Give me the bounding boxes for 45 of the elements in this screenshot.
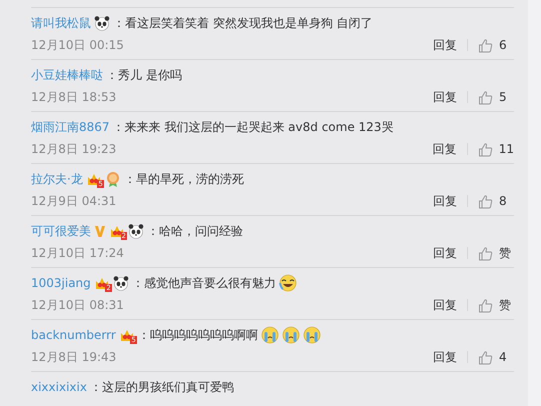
reply-link[interactable]: 回复 [433,36,457,54]
comment-text: ：哈哈，问问经验 [147,222,243,240]
like-button[interactable]: 8 [478,194,514,208]
reply-link[interactable]: 回复 [433,88,457,106]
medal-icon [104,171,121,187]
panda-icon [112,275,129,291]
comment-text: ：看这层笑着笑着 突然发现我也是单身狗 自闭了 [113,14,373,32]
comment-text: ：旱的旱死，涝的涝死 [124,170,244,188]
comment-date: 12月10日 00:15 [31,36,124,54]
thumbs-up-icon [478,194,493,208]
comment-text: ：呜呜呜呜呜呜呜啊啊 [138,326,258,344]
thumbs-up-icon [478,90,493,104]
comment-text: ：秀儿 是你吗 [106,66,182,84]
laughing-face-icon [278,274,297,292]
like-button[interactable]: 4 [478,350,514,364]
reply-link[interactable]: 回复 [432,140,457,158]
crying-face-icon [260,326,279,344]
comment-text: ：来来来 我们这层的一起哭起来 av8d come 123哭 [112,118,394,136]
comment-text: ：这层的男孩纸们真可爱鸭 [90,378,234,396]
like-button[interactable]: 6 [478,38,514,52]
v-icon [94,224,106,238]
panda-icon [128,223,144,239]
comment-date: 12月10日 17:24 [31,244,124,262]
crying-face-icon [282,326,300,344]
reply-link[interactable]: 回复 [433,192,457,210]
comment-text: ：感觉他声音要么很有魅力 [132,274,276,292]
comment-date: 12月8日 19:23 [31,140,116,158]
thumbs-up-icon [478,142,493,156]
comment-date: 12月9日 04:31 [31,192,116,210]
like-button[interactable]: 5 [478,90,514,104]
reply-link[interactable]: 回复 [433,296,457,314]
comment-date: 12月8日 18:53 [31,88,116,106]
reply-link[interactable]: 回复 [433,348,457,366]
thumbs-up-icon [478,298,493,312]
comment-date: 12月10日 08:31 [31,296,124,314]
thumbs-up-icon [478,350,493,364]
reply-link[interactable]: 回复 [433,244,457,262]
thumbs-up-icon [478,38,493,52]
comment-date: 12月8日 19:43 [31,348,116,366]
like-button[interactable]: 赞 [478,296,514,314]
crying-face-icon [302,326,321,344]
like-button[interactable]: 赞 [478,244,514,262]
panda-icon [94,15,110,31]
thumbs-up-icon [478,246,493,260]
like-button[interactable]: 11 [478,142,514,156]
